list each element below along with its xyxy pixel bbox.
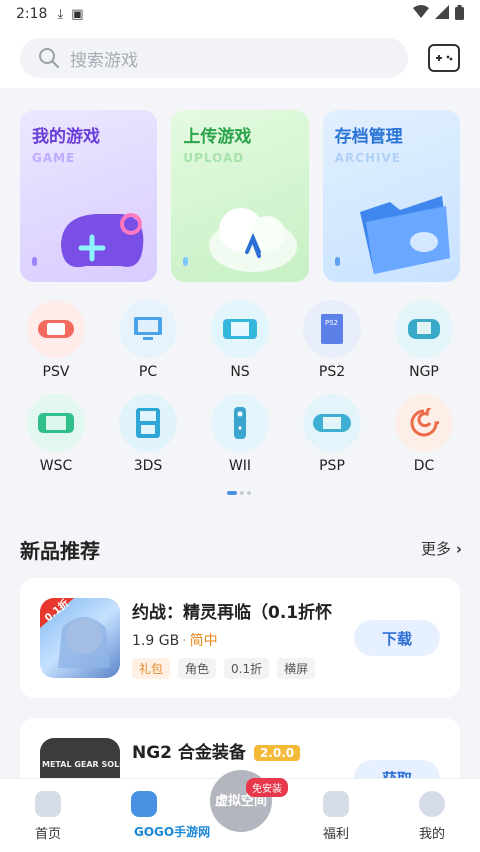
platform-label: PS2: [318, 364, 346, 380]
top-header: 搜索游戏: [0, 28, 480, 88]
gamepad-illustration-icon: [61, 213, 144, 268]
pager-dot: [240, 491, 244, 495]
nav-mine[interactable]: 我的: [384, 779, 480, 852]
page-indicator: [227, 491, 251, 495]
status-time: 2:18: [16, 6, 48, 22]
tag: 横屏: [277, 658, 316, 679]
signal-icon: [435, 5, 449, 23]
platform-wsc[interactable]: WSC: [10, 394, 102, 474]
platform-ns[interactable]: NS: [194, 300, 286, 380]
platform-label: NGP: [409, 364, 439, 380]
wifi-icon: [413, 5, 429, 23]
ps2-icon: PS2: [303, 300, 361, 358]
3ds-icon: [119, 394, 177, 452]
game-thumbnail: 0.1折: [40, 598, 120, 678]
nav-welfare[interactable]: 福利: [288, 779, 384, 852]
tag: 角色: [178, 658, 217, 679]
more-link[interactable]: 更多 ›: [421, 538, 462, 559]
card-subtitle: GAME: [32, 151, 76, 165]
nav-label: 福利: [322, 827, 349, 842]
ns-icon: [211, 300, 269, 358]
game-title: 约战：精灵再临（0.1折怀: [132, 603, 333, 623]
card-title: 上传游戏: [183, 127, 252, 147]
card-dot: [334, 257, 340, 266]
download-button[interactable]: 下载: [354, 620, 440, 656]
ngp-icon: [395, 300, 453, 358]
platform-dc[interactable]: DC: [378, 394, 470, 474]
platform-ngp[interactable]: NGP: [378, 300, 470, 380]
game-title: NG2 合金装备 2.0.0: [132, 738, 301, 763]
dc-swirl-icon: [395, 394, 453, 452]
gamepad-nav-icon: [131, 791, 157, 817]
platform-label: WSC: [39, 458, 73, 474]
platform-3ds[interactable]: 3DS: [102, 394, 194, 474]
game-tags: 礼包 角色 0.1折 横屏: [132, 658, 316, 679]
game-card[interactable]: 0.1折 约战：精灵再临（0.1折怀 1.9 GB · 简中 礼包 角色 0.1折 …: [20, 578, 460, 698]
nav-label: 首页: [34, 827, 61, 842]
platform-pc[interactable]: PC: [102, 300, 194, 380]
wsc-icon: [27, 394, 85, 452]
save-manager-card[interactable]: 存档管理 ARCHIVE: [322, 110, 460, 282]
download-icon: ⤓: [57, 6, 64, 22]
wii-icon: [211, 394, 269, 452]
upload-cloud-icon: [208, 208, 297, 272]
platform-label: NS: [230, 364, 250, 380]
tag-gift: 礼包: [132, 658, 171, 679]
card-dot: [183, 257, 189, 266]
gift-icon: [323, 791, 349, 817]
tag: 0.1折: [224, 658, 270, 679]
platform-psp[interactable]: PSP: [286, 394, 378, 474]
pager-dot-active: [227, 491, 237, 495]
card-title: 我的游戏: [32, 127, 100, 147]
feature-cards: 我的游戏 GAME 上传游戏 UPLOAD 存档管理 ARCHIVE: [20, 110, 460, 282]
pc-icon: [119, 300, 177, 358]
platform-label: PSV: [42, 364, 70, 380]
my-games-card[interactable]: 我的游戏 GAME: [20, 110, 158, 282]
section-title: 新品推荐: [20, 539, 100, 563]
user-icon: [419, 791, 445, 817]
platform-wii[interactable]: WII: [194, 394, 286, 474]
psp-icon: [303, 394, 361, 452]
chevron-right-icon: ›: [455, 540, 462, 558]
nav-home[interactable]: 首页: [0, 779, 96, 852]
game-title-text: NG2 合金装备: [132, 743, 246, 763]
platform-label: PSP: [319, 458, 345, 474]
pager-dot: [247, 491, 251, 495]
platform-grid: PSV PC NS PS2 PS2 NGP WSC 3DS WII PSP DC: [10, 300, 470, 474]
more-label: 更多: [421, 540, 452, 558]
game-language: 简中: [189, 633, 218, 649]
no-install-badge: 免安装: [246, 778, 288, 797]
upload-game-card[interactable]: 上传游戏 UPLOAD: [171, 110, 309, 282]
version-badge: 2.0.0: [253, 745, 301, 761]
card-subtitle: UPLOAD: [183, 151, 245, 165]
platform-label: WII: [228, 458, 252, 474]
platform-ps2[interactable]: PS2 PS2: [286, 300, 378, 380]
search-input[interactable]: 搜索游戏: [20, 38, 408, 78]
platform-label: DC: [413, 458, 435, 474]
thumb-text: METAL GEAR SOLID: [42, 760, 120, 769]
psv-icon: [27, 300, 85, 358]
platform-label: 3DS: [133, 458, 163, 474]
card-subtitle: ARCHIVE: [334, 151, 401, 165]
nav-games[interactable]: 稀: [96, 779, 192, 852]
folder-icon: [359, 196, 450, 274]
battery-icon: [455, 4, 464, 24]
gamepad-button[interactable]: [428, 44, 460, 72]
card-dot: [32, 257, 37, 266]
nav-label: 我的: [418, 827, 445, 842]
platform-psv[interactable]: PSV: [10, 300, 102, 380]
watermark: GOGO手游网: [130, 822, 215, 841]
notification-icon: ▣: [71, 6, 84, 22]
svg-text:PS2: PS2: [325, 319, 338, 327]
status-bar: 2:18 ⤓ ▣: [0, 0, 480, 28]
home-icon: [35, 791, 61, 817]
game-size: 1.9 GB: [132, 633, 180, 649]
game-meta: 1.9 GB · 简中: [132, 633, 218, 649]
search-placeholder: 搜索游戏: [70, 50, 138, 71]
search-icon: [39, 48, 60, 69]
gamepad-icon: [436, 55, 453, 61]
card-title: 存档管理: [334, 127, 403, 147]
platform-label: PC: [138, 364, 158, 380]
